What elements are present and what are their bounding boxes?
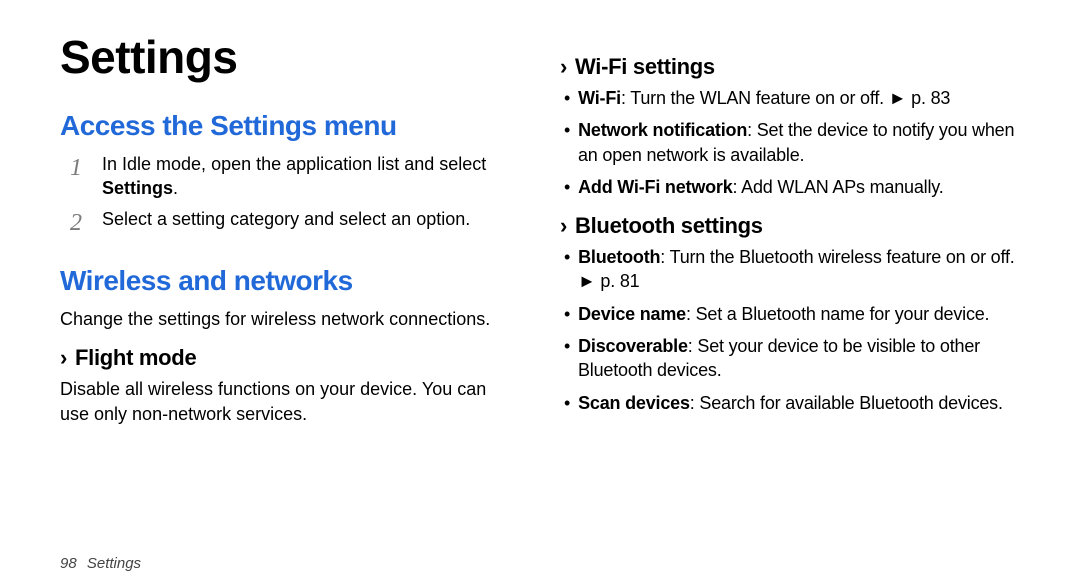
right-column: › Wi-Fi settings Wi-Fi: Turn the WLAN fe… — [560, 30, 1020, 426]
subheading-label: Bluetooth settings — [575, 213, 763, 239]
step-text: In Idle mode, open the application list … — [102, 152, 520, 201]
bluetooth-bullets: Bluetooth: Turn the Bluetooth wireless f… — [560, 245, 1020, 415]
step-text-pre: In Idle mode, open the application list … — [102, 154, 486, 174]
heading-wireless-networks: Wireless and networks — [60, 265, 520, 297]
step-number: 1 — [70, 152, 96, 201]
bullet-bold: Scan devices — [578, 393, 690, 413]
wireless-description: Change the settings for wireless network… — [60, 307, 520, 331]
subheading-wifi-settings: › Wi-Fi settings — [560, 54, 1020, 80]
heading-access-settings: Access the Settings menu — [60, 110, 520, 142]
access-steps-list: 1 In Idle mode, open the application lis… — [60, 152, 520, 239]
list-item: Wi-Fi: Turn the WLAN feature on or off. … — [564, 86, 1020, 110]
page-number: 98 — [60, 555, 77, 572]
step-text-post: . — [173, 178, 178, 198]
subheading-bluetooth-settings: › Bluetooth settings — [560, 213, 1020, 239]
list-item: Bluetooth: Turn the Bluetooth wireless f… — [564, 245, 1020, 294]
bullet-text: : Search for available Bluetooth devices… — [690, 393, 1003, 413]
bullet-text: : Add WLAN APs manually. — [733, 177, 944, 197]
page-footer: 98 Settings — [60, 555, 141, 572]
step-1: 1 In Idle mode, open the application lis… — [70, 152, 520, 201]
bullet-bold: Bluetooth — [578, 247, 660, 267]
list-item: Device name: Set a Bluetooth name for yo… — [564, 302, 1020, 326]
list-item: Network notification: Set the device to … — [564, 118, 1020, 167]
list-item: Add Wi-Fi network: Add WLAN APs manually… — [564, 175, 1020, 199]
footer-section: Settings — [87, 555, 141, 572]
flight-mode-description: Disable all wireless functions on your d… — [60, 377, 520, 426]
subheading-flight-mode: › Flight mode — [60, 345, 520, 371]
step-text-bold: Settings — [102, 178, 173, 198]
list-item: Discoverable: Set your device to be visi… — [564, 334, 1020, 383]
page-title: Settings — [60, 30, 520, 84]
wifi-bullets: Wi-Fi: Turn the WLAN feature on or off. … — [560, 86, 1020, 199]
chevron-icon: › — [560, 54, 567, 80]
list-item: Scan devices: Search for available Bluet… — [564, 391, 1020, 415]
bullet-bold: Wi-Fi — [578, 88, 621, 108]
chevron-icon: › — [560, 213, 567, 239]
bullet-bold: Network notification — [578, 120, 747, 140]
step-2: 2 Select a setting category and select a… — [70, 207, 520, 239]
bullet-bold: Device name — [578, 304, 686, 324]
subheading-label: Flight mode — [75, 345, 196, 371]
bullet-bold: Discoverable — [578, 336, 688, 356]
step-number: 2 — [70, 207, 96, 239]
page-content: Settings Access the Settings menu 1 In I… — [0, 0, 1080, 446]
bullet-bold: Add Wi-Fi network — [578, 177, 732, 197]
subheading-label: Wi-Fi settings — [575, 54, 715, 80]
bullet-text: : Set a Bluetooth name for your device. — [686, 304, 989, 324]
left-column: Settings Access the Settings menu 1 In I… — [60, 30, 520, 426]
chevron-icon: › — [60, 345, 67, 371]
step-text: Select a setting category and select an … — [102, 207, 520, 239]
bullet-text: : Turn the WLAN feature on or off. ► p. … — [621, 88, 950, 108]
